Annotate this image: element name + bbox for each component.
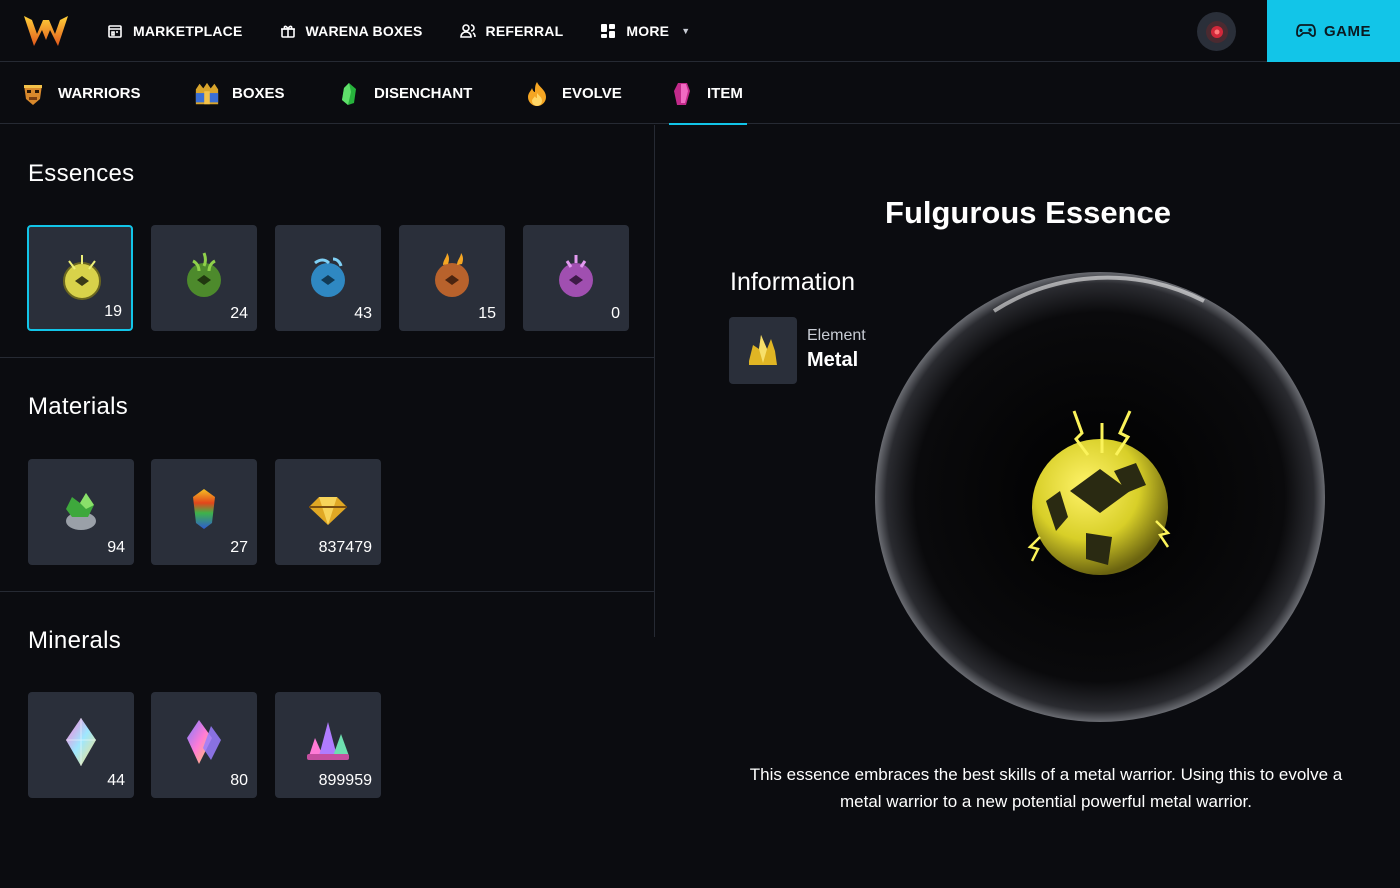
gamepad-icon (1296, 24, 1316, 38)
nav-warena-boxes-label: WARENA BOXES (305, 23, 423, 39)
gold-ore-icon (309, 497, 347, 525)
gift-icon (279, 22, 297, 40)
materials-title: Materials (28, 393, 129, 420)
information-heading: Information (730, 268, 856, 296)
element-value: Metal (807, 349, 859, 371)
crystal-icon (66, 718, 96, 766)
item-preview-orb (875, 272, 1325, 722)
grid-icon (599, 22, 617, 40)
item-count: 94 (107, 539, 125, 556)
crystal-cluster-icon (307, 722, 349, 760)
fire-essence-icon (435, 253, 469, 297)
item-count: 19 (104, 303, 122, 320)
pink-crystal-icon (669, 81, 695, 107)
main-nav: MARKETPLACE WARENA BOXES REFERRAL MORE ▼ (106, 0, 726, 62)
essence-slot-fire[interactable]: 15 (399, 225, 505, 331)
nav-referral[interactable]: REFERRAL (459, 22, 564, 40)
tab-warriors[interactable]: WARRIORS (20, 63, 141, 124)
tab-boxes[interactable]: BOXES (194, 63, 285, 124)
metal-element-icon (749, 334, 777, 365)
wood-essence-icon (187, 252, 221, 297)
mineral-slot-2[interactable]: 80 (151, 692, 257, 798)
item-count: 24 (230, 305, 248, 322)
top-bar: MARKETPLACE WARENA BOXES REFERRAL MORE ▼ (0, 0, 1400, 62)
essence-slot-metal[interactable]: 19 (27, 225, 133, 331)
warrior-mask-icon (20, 81, 46, 107)
nav-referral-label: REFERRAL (485, 23, 564, 39)
item-count: 899959 (318, 772, 372, 789)
tab-evolve-label: EVOLVE (562, 85, 622, 102)
game-button-label: GAME (1324, 22, 1371, 40)
metal-essence-icon (63, 255, 101, 300)
nav-more[interactable]: MORE ▼ (599, 22, 690, 40)
section-divider (0, 357, 655, 358)
game-button[interactable]: GAME (1267, 0, 1400, 62)
item-title: Fulgurous Essence (885, 195, 1171, 230)
warena-logo[interactable] (22, 12, 70, 50)
item-count: 15 (478, 305, 496, 322)
item-count: 0 (611, 305, 620, 322)
chevron-down-icon: ▼ (681, 26, 691, 36)
essences-title: Essences (28, 160, 135, 187)
nav-marketplace[interactable]: MARKETPLACE (106, 22, 243, 40)
material-slot-3[interactable]: 837479 (275, 459, 381, 565)
tab-disenchant-label: DISENCHANT (374, 85, 473, 102)
box-icon (194, 81, 220, 107)
material-slot-2[interactable]: 27 (151, 459, 257, 565)
tab-boxes-label: BOXES (232, 85, 285, 102)
item-count: 44 (107, 772, 125, 789)
item-count: 837479 (318, 539, 372, 556)
nav-marketplace-label: MARKETPLACE (133, 23, 243, 39)
tab-warriors-label: WARRIORS (58, 85, 141, 102)
users-icon (459, 22, 477, 40)
nav-more-label: MORE (626, 23, 670, 39)
mineral-slot-3[interactable]: 899959 (275, 692, 381, 798)
section-divider (0, 591, 655, 592)
item-count: 80 (230, 772, 248, 789)
flame-icon (524, 81, 550, 107)
minerals-title: Minerals (28, 627, 122, 654)
item-count: 43 (354, 305, 372, 322)
water-essence-icon (311, 257, 345, 297)
earth-essence-icon (559, 255, 593, 297)
nav-warena-boxes[interactable]: WARENA BOXES (279, 22, 423, 40)
tab-evolve[interactable]: EVOLVE (524, 63, 622, 124)
tab-item-label: ITEM (707, 85, 743, 102)
shop-icon (106, 22, 124, 40)
tab-item[interactable]: ITEM (669, 63, 747, 125)
element-label: Element (807, 327, 866, 344)
material-slot-1[interactable]: 94 (28, 459, 134, 565)
avatar[interactable] (1197, 12, 1236, 51)
inventory-tabs: WARRIORS BOXES DISENCHANT EVOLVE ITEM (0, 63, 1400, 125)
rainbow-ore-icon (193, 489, 215, 529)
item-description: This essence embraces the best skills of… (749, 765, 1343, 811)
essence-slot-water[interactable]: 43 (275, 225, 381, 331)
essence-slot-earth[interactable]: 0 (523, 225, 629, 331)
green-gem-icon (336, 81, 362, 107)
item-count: 27 (230, 539, 248, 556)
inventory-panel: Essences 19 24 43 15 0 Materials 94 27 8… (0, 125, 655, 637)
mineral-slot-1[interactable]: 44 (28, 692, 134, 798)
tab-disenchant[interactable]: DISENCHANT (336, 63, 472, 124)
green-ore-icon (66, 493, 96, 530)
double-crystal-icon (187, 720, 221, 764)
element-badge (729, 317, 797, 384)
essence-slot-wood[interactable]: 24 (151, 225, 257, 331)
